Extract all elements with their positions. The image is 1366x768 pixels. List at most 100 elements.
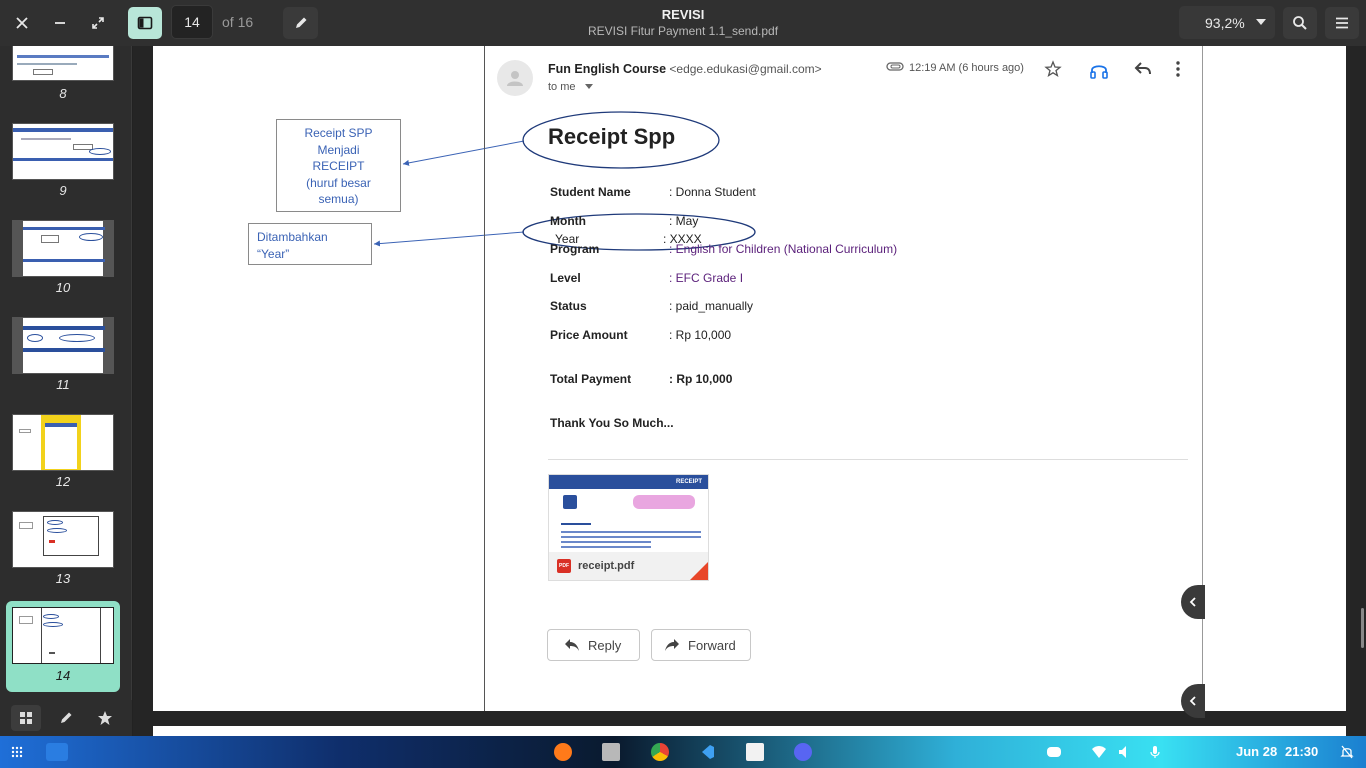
thumbnail-page-13[interactable]: 13: [6, 506, 120, 586]
receipt-heading: Receipt Spp: [548, 124, 676, 149]
main-menu-button[interactable]: [1325, 7, 1359, 39]
thumbnail-label: 11: [56, 377, 70, 392]
chevron-down-icon: [1255, 15, 1267, 31]
app-grid-icon[interactable]: [8, 743, 26, 761]
thumbnail-label: 8: [59, 86, 67, 101]
star-icon: [1044, 60, 1062, 83]
collapse-panel-button-2[interactable]: [1181, 684, 1205, 718]
forward-button[interactable]: Forward: [651, 629, 751, 661]
thumbnail-page-10[interactable]: 10: [6, 215, 120, 295]
reply-icon: [1134, 60, 1152, 81]
volume-icon[interactable]: [1117, 743, 1135, 761]
thumbnail-page-12[interactable]: 12: [6, 409, 120, 489]
year-annotation-note: Ditambahkan “Year”: [248, 223, 372, 265]
level-label: Level: [550, 271, 581, 285]
thumbnail-label: 13: [55, 571, 71, 586]
paperclip-icon: [886, 60, 904, 78]
chevron-down-icon: [584, 84, 593, 89]
headphones-icon: [1089, 60, 1109, 85]
zoom-value: 93,2%: [1205, 15, 1245, 31]
zoom-selector[interactable]: 93,2%: [1179, 6, 1275, 39]
document-title: REVISI: [661, 7, 705, 22]
annotate-button[interactable]: [283, 7, 318, 39]
discord-tray-icon[interactable]: [1045, 743, 1063, 761]
reply-label: Reply: [588, 637, 622, 653]
thumbnail-page-9[interactable]: 9: [6, 118, 120, 198]
taskbar-time[interactable]: 21:30: [1285, 744, 1318, 759]
vscode-icon[interactable]: [698, 743, 716, 761]
chrome-icon[interactable]: [651, 743, 669, 761]
status-label: Status: [550, 299, 587, 313]
reply-button[interactable]: Reply: [547, 629, 640, 661]
thumbnail-image: [12, 317, 114, 374]
show-desktop-icon[interactable]: [46, 743, 68, 761]
status-value: : paid_manually: [669, 299, 754, 313]
divider: [548, 459, 1188, 460]
next-pdf-page: [153, 726, 1346, 736]
program-value: : English for Children (National Curricu…: [669, 242, 898, 256]
level-value: : EFC Grade I: [669, 271, 744, 285]
bookmarks-view-button[interactable]: [90, 705, 120, 731]
sender: Fun English Course <edge.edukasi@gmail.c…: [548, 62, 822, 76]
attachment-filename: receipt.pdf: [549, 552, 708, 580]
price-label: Price Amount: [550, 328, 628, 342]
discord-icon[interactable]: [794, 743, 812, 761]
thumbnail-image: [12, 220, 114, 277]
person-icon: [507, 71, 523, 86]
receipt-annotation-note: Receipt SPP Menjadi RECEIPT (huruf besar…: [276, 119, 401, 212]
search-button[interactable]: [1283, 7, 1317, 39]
page-count-label: of 16: [222, 14, 254, 30]
thumbnail-image: [12, 511, 114, 568]
sender-email: <edge.edukasi@gmail.com>: [669, 62, 822, 76]
note-line: Receipt SPP: [304, 126, 373, 140]
thumbnail-label: 9: [59, 183, 67, 198]
page-number-input[interactable]: 14: [171, 5, 213, 39]
forward-icon: [665, 639, 679, 651]
collapse-panel-button[interactable]: [1181, 585, 1205, 619]
hamburger-icon: [1336, 17, 1348, 29]
thumbnail-page-14[interactable]: 14: [6, 601, 120, 692]
sidebar-toggle-button[interactable]: [128, 7, 162, 39]
files-icon[interactable]: [602, 743, 620, 761]
page-fold-icon: [690, 562, 708, 580]
avatar: [497, 60, 533, 96]
sidebar-toolbar: [0, 700, 132, 736]
month-label: Month: [550, 214, 586, 228]
close-icon: [16, 17, 28, 29]
wifi-icon[interactable]: [1090, 743, 1108, 761]
note-line: semua): [318, 192, 359, 206]
notifications-off-icon[interactable]: [1338, 743, 1356, 761]
price-value: : Rp 10,000: [669, 328, 732, 342]
forward-label: Forward: [688, 637, 736, 653]
note-line: Menjadi: [317, 142, 360, 157]
brand-logo: [633, 495, 695, 509]
total-value: : Rp 10,000: [669, 372, 733, 386]
document-scrollbar[interactable]: [1361, 608, 1364, 648]
thumbnail-label: 12: [55, 474, 71, 489]
star-icon: [98, 711, 112, 725]
thumbnail-label: 14: [55, 668, 71, 683]
annotations-view-button[interactable]: [51, 705, 81, 731]
close-window-button[interactable]: [6, 7, 38, 39]
document-viewer-icon[interactable]: [746, 743, 764, 761]
more-options-icon: [1175, 60, 1181, 83]
taskbar: Jun 28 21:30: [0, 736, 1366, 768]
thumbnails-view-button[interactable]: [11, 705, 41, 731]
microphone-icon[interactable]: [1146, 743, 1164, 761]
thumbnail-image: [12, 123, 114, 180]
thumbnail-page-11[interactable]: 11: [6, 312, 120, 392]
restore-window-button[interactable]: [82, 7, 114, 39]
sidebar-icon: [137, 16, 153, 30]
attachment-header: RECEIPT: [549, 475, 708, 489]
document-view[interactable]: Receipt SPP Menjadi RECEIPT (huruf besar…: [133, 46, 1366, 736]
thumbnail-label: 10: [55, 280, 71, 295]
attachment-card[interactable]: RECEIPT receipt.pdf PDF: [548, 474, 709, 581]
thumbnail-image: [12, 46, 114, 81]
thumbnail-page-8[interactable]: 8: [6, 46, 120, 104]
thumbnail-image: [12, 607, 114, 664]
pencil-icon: [295, 17, 306, 28]
firefox-icon[interactable]: [554, 743, 572, 761]
email-timestamp: 12:19 AM (6 hours ago): [909, 62, 1024, 74]
minimize-window-button[interactable]: [44, 7, 76, 39]
taskbar-date[interactable]: Jun 28: [1236, 744, 1277, 759]
